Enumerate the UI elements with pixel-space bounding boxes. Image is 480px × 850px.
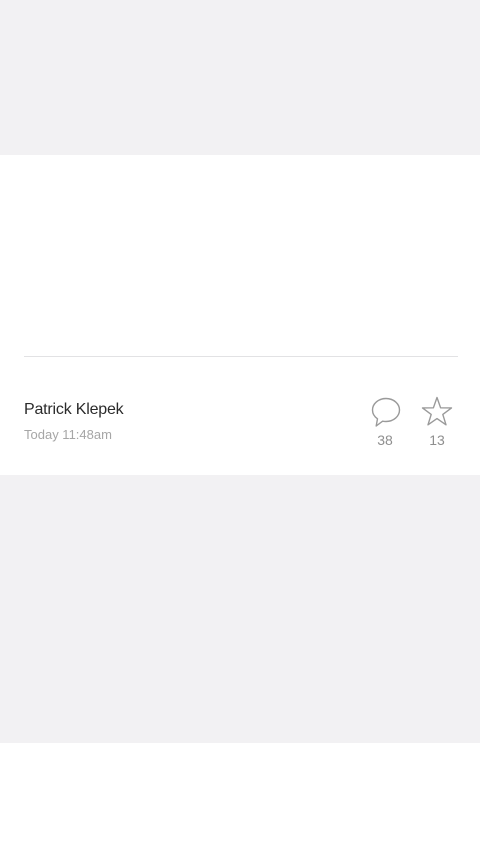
- star-icon: [420, 395, 454, 429]
- feed: Patrick Klepek Today 11:48am 38 13: [0, 0, 480, 850]
- feed-spacer: [0, 475, 480, 743]
- star-button[interactable]: 13: [414, 395, 460, 455]
- post-timestamp: Today 11:48am: [24, 427, 112, 442]
- comment-bubble-icon: [369, 395, 403, 429]
- feed-spacer-top: [0, 0, 480, 155]
- star-count: 13: [429, 432, 445, 448]
- comments-button[interactable]: 38: [362, 395, 408, 455]
- next-post-card[interactable]: [0, 743, 480, 850]
- comments-count: 38: [377, 432, 393, 448]
- author-name[interactable]: Patrick Klepek: [24, 400, 124, 420]
- post-media[interactable]: [0, 155, 480, 355]
- post-card[interactable]: Patrick Klepek Today 11:48am 38 13: [0, 155, 480, 475]
- card-divider: [24, 356, 458, 357]
